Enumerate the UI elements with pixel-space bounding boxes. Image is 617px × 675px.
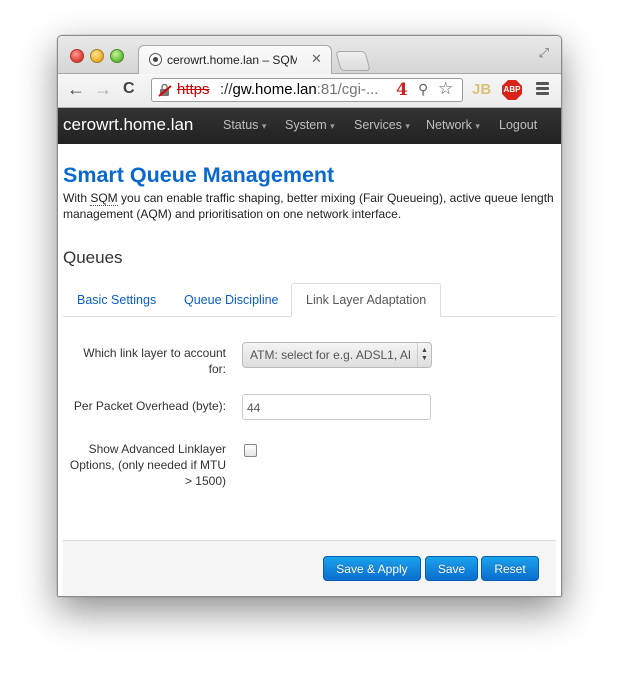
form-actions: Save & Apply Save Reset — [63, 540, 556, 596]
sqm-abbreviation: SQM — [90, 191, 118, 206]
zoom-window-button[interactable] — [110, 49, 124, 63]
section-title: Queues — [63, 248, 123, 267]
search-icon[interactable]: ⚲ — [418, 81, 428, 98]
caret-down-icon: ▾ — [330, 121, 335, 131]
caret-down-icon: ▾ — [475, 121, 480, 131]
caret-down-icon: ▾ — [405, 121, 410, 131]
broken-lock-icon — [158, 83, 172, 97]
browser-tab[interactable]: cerowrt.home.lan – SQM – ✕ — [138, 45, 332, 74]
close-window-button[interactable] — [70, 49, 84, 63]
tab-strip: cerowrt.home.lan – SQM – ✕ ⤢ — [58, 36, 561, 74]
nav-logout[interactable]: Logout — [499, 118, 537, 132]
tab-basic-settings[interactable]: Basic Settings — [63, 284, 170, 316]
brand-link[interactable]: cerowrt.home.lan — [63, 115, 193, 135]
save-apply-button[interactable]: Save & Apply — [323, 556, 421, 581]
tab-link-layer-adaptation[interactable]: Link Layer Adaptation — [291, 283, 442, 317]
luci-navbar: cerowrt.home.lan Status ▾ System ▾ Servi… — [58, 108, 561, 144]
save-button[interactable]: Save — [425, 556, 478, 581]
reset-button[interactable]: Reset — [481, 556, 539, 581]
forward-icon[interactable]: → — [94, 79, 112, 99]
adblock-plus-icon[interactable]: ABP — [502, 80, 522, 100]
url-scheme: https — [177, 81, 210, 98]
advanced-options-checkbox[interactable] — [244, 444, 257, 457]
nav-network[interactable]: Network ▾ — [426, 118, 480, 132]
tab-close-icon[interactable]: ✕ — [311, 51, 322, 67]
browser-window: cerowrt.home.lan – SQM – ✕ ⤢ ← → C https… — [57, 35, 562, 597]
settings-tabs: Basic Settings Queue Discipline Link Lay… — [63, 283, 556, 317]
back-icon[interactable]: ← — [67, 79, 85, 99]
tab-title: cerowrt.home.lan – SQM – — [167, 53, 297, 67]
nav-system[interactable]: System ▾ — [285, 118, 335, 132]
jetbrains-extension-icon[interactable]: JB — [472, 81, 491, 98]
overhead-input[interactable]: 44 — [242, 394, 431, 420]
fullscreen-icon[interactable]: ⤢ — [539, 45, 549, 61]
page-description: With SQM you can enable traffic shaping,… — [63, 191, 554, 221]
overhead-label: Per Packet Overhead (byte): — [73, 399, 226, 413]
browser-toolbar: ← → C https ://gw.home.lan:81/cgi-... 4 … — [58, 74, 561, 108]
reload-icon[interactable]: C — [123, 79, 135, 99]
link-layer-value: ATM: select for e.g. ADSL1, ADSL2, ADSL2… — [250, 348, 410, 362]
new-tab-button[interactable] — [335, 51, 371, 71]
url-text: ://gw.home.lan:81/cgi-... — [220, 81, 379, 98]
nav-services[interactable]: Services ▾ — [354, 118, 410, 132]
minimize-window-button[interactable] — [90, 49, 104, 63]
link-layer-label: Which link layer to account for: — [83, 346, 226, 376]
nav-status[interactable]: Status ▾ — [223, 118, 266, 132]
bookmark-star-icon[interactable]: ☆ — [438, 79, 453, 99]
page-title: Smart Queue Management — [63, 163, 335, 187]
select-arrows-icon: ▲ ▼ — [417, 343, 431, 367]
address-bar[interactable]: https ://gw.home.lan:81/cgi-... 4 ⚲ ☆ — [151, 78, 463, 102]
advanced-options-label: Show Advanced Linklayer Options, (only n… — [69, 442, 226, 488]
caret-down-icon: ▾ — [261, 121, 267, 131]
favicon-icon — [149, 53, 162, 66]
hamburger-menu-icon[interactable] — [536, 82, 549, 97]
tab-queue-discipline[interactable]: Queue Discipline — [170, 284, 293, 316]
main-content: Smart Queue Management With SQM you can … — [58, 144, 561, 596]
link-layer-select[interactable]: ATM: select for e.g. ADSL1, ADSL2, ADSL2… — [242, 342, 432, 368]
extension-badge-icon[interactable]: 4 — [396, 80, 408, 100]
